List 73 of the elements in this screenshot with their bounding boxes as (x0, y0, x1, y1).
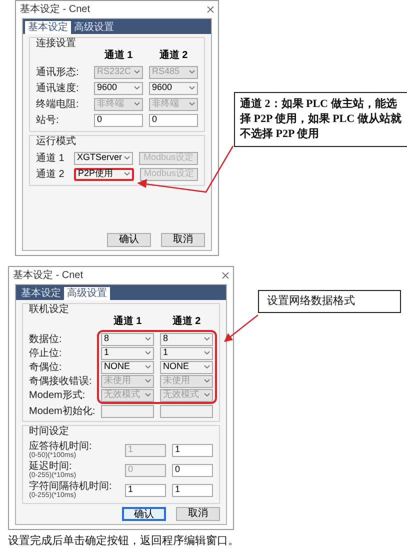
field-label: Modem初始化: (29, 406, 95, 416)
dropdown[interactable]: P2P使用 (74, 168, 134, 180)
caret-icon (134, 102, 140, 106)
dropdown[interactable]: 9600 (149, 82, 198, 94)
field-label: 通道 2 (36, 168, 66, 180)
close-icon[interactable] (222, 272, 229, 279)
field-label: Modem形式: (29, 390, 86, 400)
callout-note: 设置网络数据格式 (258, 290, 401, 313)
input-field[interactable]: 1 (172, 444, 213, 456)
caret-icon (189, 86, 195, 90)
caret-icon (204, 393, 210, 397)
input-field[interactable]: 0 (94, 114, 143, 126)
field-label: 奇偶位: (29, 362, 63, 372)
caret-icon (124, 156, 130, 160)
field-label: 通讯速度: (36, 82, 80, 94)
dialog-button[interactable]: 取消 (161, 233, 205, 247)
dialog-button[interactable]: 确认 (107, 233, 151, 247)
dropdown[interactable]: 1 (160, 346, 213, 360)
tab[interactable]: 基本设定 (18, 287, 64, 300)
column-header: 通道 2 (159, 50, 188, 62)
field-label: 通道 1 (36, 152, 66, 164)
caret-icon (189, 70, 195, 74)
caret-icon (134, 86, 140, 90)
caret-icon (145, 379, 151, 383)
field-label: 奇偶接收错误: (29, 376, 93, 386)
column-header: 通道 1 (104, 50, 133, 62)
field-label: 通讯形态: (36, 66, 80, 78)
input-field[interactable]: 1 (125, 484, 166, 496)
group-title: 连接设置 (36, 38, 77, 50)
field-label: 字符间隔待机时间: (29, 480, 113, 492)
group-title: 联机设定 (29, 304, 70, 316)
caret-icon (204, 365, 210, 369)
field-label: 延迟时间: (29, 460, 72, 472)
group-title: 运行模式 (36, 136, 77, 148)
dropdown[interactable]: NONE (101, 360, 154, 374)
caret-icon (134, 70, 140, 74)
field-label: 停止位: (29, 348, 63, 358)
tab[interactable]: 基本设定 (25, 21, 71, 34)
caret-icon (145, 365, 151, 369)
dropdown[interactable]: 1 (101, 346, 154, 360)
caption-text: 设置完成后单击确定按钮，返回程序编辑窗口。 (8, 534, 240, 548)
input-field[interactable]: 0 (172, 464, 213, 476)
callout-note: 通道 2：如果 PLC 做主站，能选择 P2P 使用，如果 PLC 做从站就不选择 P2P 使用 (234, 92, 407, 147)
field-label: 终端电阻: (36, 98, 80, 110)
dropdown[interactable]: XGTServer (74, 152, 133, 164)
field-label: 站号: (36, 114, 60, 126)
caret-icon (204, 351, 210, 355)
dialog-button[interactable]: 确认 (122, 507, 166, 521)
group-title: 时间设定 (29, 426, 70, 438)
field-label: 应答待机时间: (29, 440, 93, 452)
tab[interactable]: 高级设置 (71, 21, 117, 34)
caret-icon (145, 393, 151, 397)
dropdown[interactable]: NONE (160, 360, 213, 374)
caret-icon (145, 337, 151, 341)
dialog-button[interactable]: 取消 (176, 507, 220, 521)
column-header: 通道 2 (172, 316, 201, 328)
callout-arrow (224, 314, 258, 342)
caret-icon (189, 102, 195, 106)
column-header: 通道 1 (113, 316, 142, 328)
dropdown[interactable]: 8 (160, 332, 213, 346)
caret-icon (204, 337, 210, 341)
caret-icon (204, 379, 210, 383)
field-label: 数据位: (29, 334, 63, 344)
caret-icon (145, 351, 151, 355)
tab[interactable]: 高级设置 (64, 287, 110, 300)
dropdown[interactable]: 8 (101, 332, 154, 346)
input-field[interactable]: 0 (149, 114, 198, 126)
window-title: 基本设定 - Cnet (20, 2, 90, 17)
input-field[interactable]: 1 (172, 484, 213, 496)
dropdown[interactable]: 9600 (94, 82, 143, 94)
window-title: 基本设定 - Cnet (13, 268, 84, 283)
close-icon[interactable] (207, 6, 214, 13)
caret-icon (124, 172, 130, 176)
